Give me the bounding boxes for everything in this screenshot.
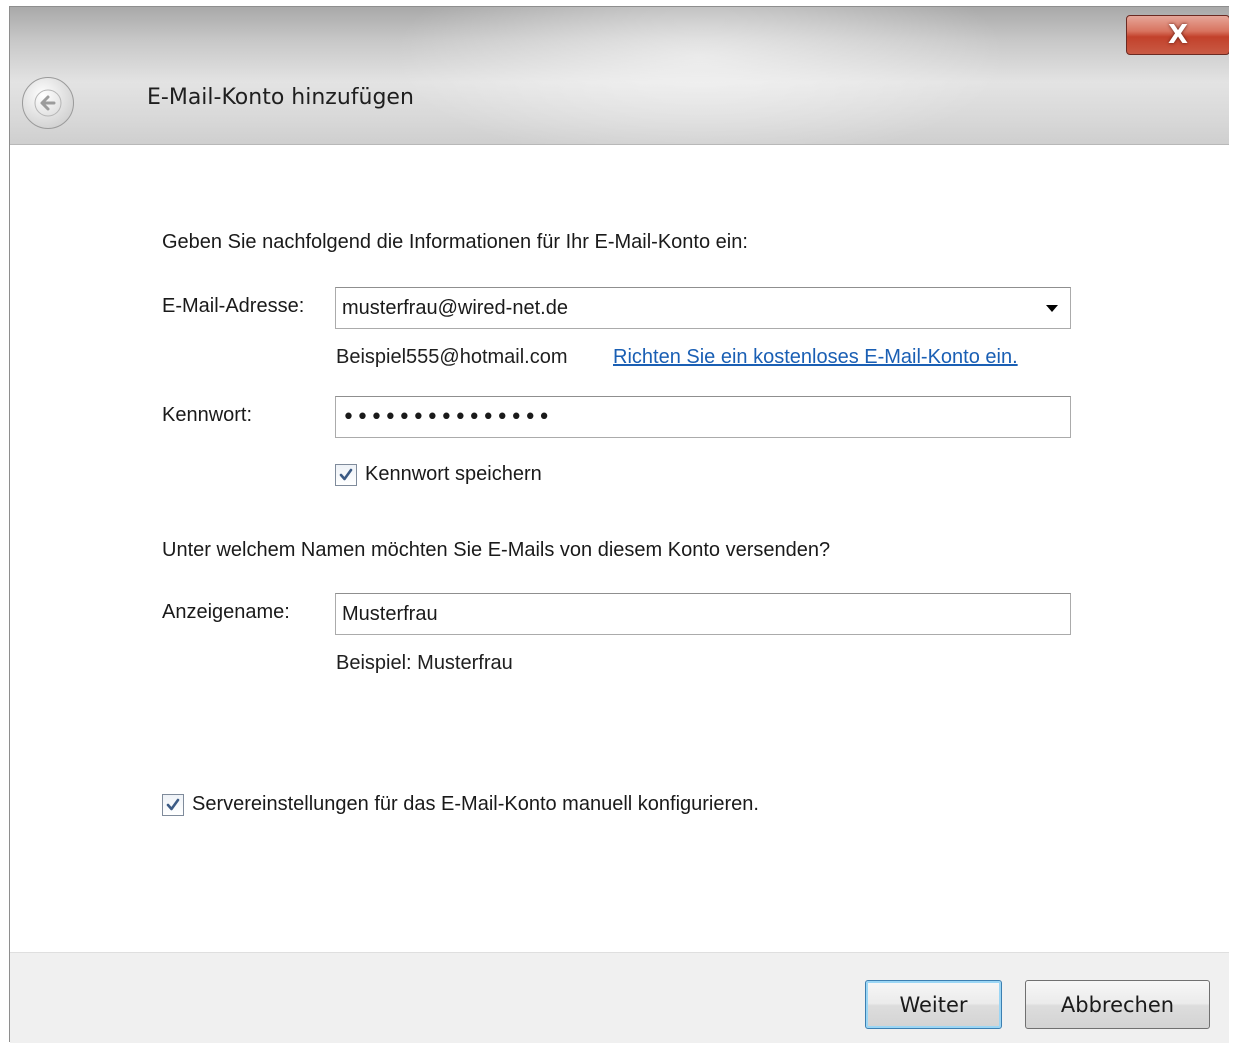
display-name-label: Anzeigename: xyxy=(162,601,290,623)
display-name-input[interactable]: Musterfrau xyxy=(335,593,1071,635)
display-name-example: Beispiel: Musterfrau xyxy=(336,652,513,674)
chevron-down-icon[interactable] xyxy=(1046,305,1058,312)
form-content: Geben Sie nachfolgend die Informationen … xyxy=(10,146,1229,952)
back-button[interactable] xyxy=(22,77,74,129)
password-field[interactable]: ••••••••••••••• xyxy=(335,396,1071,438)
email-combobox[interactable]: musterfrau@wired-net.de xyxy=(335,287,1071,329)
cancel-button[interactable]: Abbrechen xyxy=(1025,980,1210,1029)
dialog-window: X E-Mail-Konto hinzufügen Geben Sie nach… xyxy=(9,6,1229,1043)
email-value: musterfrau@wired-net.de xyxy=(342,296,568,319)
password-label: Kennwort: xyxy=(162,404,253,426)
intro-text: Geben Sie nachfolgend die Informationen … xyxy=(162,231,748,253)
email-label: E-Mail-Adresse: xyxy=(162,295,305,317)
save-password-label: Kennwort speichern xyxy=(365,463,542,485)
display-name-value: Musterfrau xyxy=(342,602,438,625)
button-bar: Weiter Abbrechen xyxy=(10,952,1229,1043)
close-icon: X xyxy=(1167,20,1189,50)
name-question: Unter welchem Namen möchten Sie E-Mails … xyxy=(162,539,831,561)
window-title: E-Mail-Konto hinzufügen xyxy=(147,85,414,110)
manual-config-label: Servereinstellungen für das E-Mail-Konto… xyxy=(192,793,759,815)
save-password-row[interactable]: Kennwort speichern xyxy=(335,463,542,486)
title-bar: X E-Mail-Konto hinzufügen xyxy=(10,7,1229,145)
free-account-link[interactable]: Richten Sie ein kostenloses E-Mail-Konto… xyxy=(613,346,1018,369)
close-button[interactable]: X xyxy=(1126,15,1229,55)
email-example: Beispiel555@hotmail.com xyxy=(336,346,568,368)
password-value: ••••••••••••••• xyxy=(342,404,552,430)
next-button[interactable]: Weiter xyxy=(865,980,1002,1029)
manual-config-checkbox[interactable] xyxy=(162,793,184,816)
manual-config-row[interactable]: Servereinstellungen für das E-Mail-Konto… xyxy=(162,793,759,816)
save-password-checkbox[interactable] xyxy=(335,463,357,486)
checkmark-icon xyxy=(339,468,353,480)
back-arrow-icon xyxy=(34,89,62,117)
checkmark-icon xyxy=(166,798,180,810)
